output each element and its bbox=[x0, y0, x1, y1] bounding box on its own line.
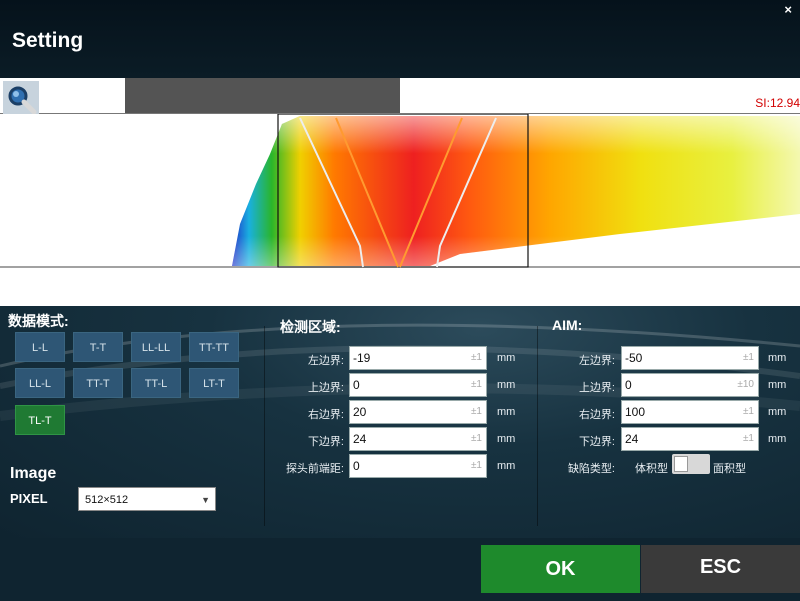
detect-right-unit: mm bbox=[497, 406, 516, 418]
data-mode-label: 数据模式: bbox=[8, 313, 69, 329]
image-label: Image bbox=[10, 465, 57, 482]
sensitivity-map bbox=[0, 114, 800, 268]
detect-right-step: ±1 bbox=[470, 406, 482, 417]
window-title: Setting bbox=[12, 29, 84, 52]
aim-left-label: 左边界: bbox=[578, 355, 615, 367]
horizontal-scroll-thumb[interactable] bbox=[125, 78, 400, 113]
mode-button-tl-t[interactable]: TL-T bbox=[15, 405, 65, 435]
aim-bottom-input[interactable]: 24 ±1 bbox=[621, 427, 759, 451]
aim-top-input[interactable]: 0 ±10 bbox=[621, 373, 759, 397]
detect-top-input[interactable]: 0 ±1 bbox=[349, 373, 487, 397]
pixel-select[interactable]: 512×512 ▼ bbox=[78, 487, 216, 511]
detect-right-value: 20 bbox=[353, 405, 367, 419]
zoom-button[interactable] bbox=[3, 81, 39, 117]
mode-button-l-l[interactable]: L-L bbox=[15, 332, 65, 362]
detect-right-input[interactable]: 20 ±1 bbox=[349, 400, 487, 424]
aim-right-step: ±1 bbox=[742, 406, 754, 417]
mode-button-lt-t[interactable]: LT-T bbox=[189, 368, 239, 398]
si-readout: SI:12.94 bbox=[755, 96, 800, 110]
viewer-toolbar: SI:12.94 bbox=[0, 78, 800, 117]
aim-label: AIM: bbox=[552, 317, 583, 333]
aim-right-value: 100 bbox=[625, 405, 646, 419]
defect-type-label: 缺陷类型: bbox=[567, 463, 615, 475]
aim-top-value: 0 bbox=[625, 378, 632, 392]
detect-bottom-value: 24 bbox=[353, 432, 367, 446]
mode-button-tt-t[interactable]: TT-T bbox=[73, 368, 123, 398]
aim-bottom-value: 24 bbox=[625, 432, 639, 446]
aim-left-input[interactable]: -50 ±1 bbox=[621, 346, 759, 370]
mode-button-tt-l[interactable]: TT-L bbox=[131, 368, 181, 398]
detect-top-label: 上边界: bbox=[307, 382, 344, 394]
aim-left-unit: mm bbox=[768, 352, 787, 364]
mode-button-t-t[interactable]: T-T bbox=[73, 332, 123, 362]
close-button[interactable]: × bbox=[784, 2, 792, 17]
detect-bottom-label: 下边界: bbox=[307, 436, 344, 448]
mode-button-ll-ll[interactable]: LL-LL bbox=[131, 332, 181, 362]
probe-front-distance-value: 0 bbox=[353, 459, 360, 473]
defect-type-toggle[interactable] bbox=[672, 454, 710, 474]
probe-front-distance-step: ±1 bbox=[470, 460, 482, 471]
chevron-down-icon: ▼ bbox=[201, 495, 210, 505]
probe-front-distance-input[interactable]: 0 ±1 bbox=[349, 454, 487, 478]
aim-left-value: -50 bbox=[625, 351, 643, 365]
aim-bottom-step: ±1 bbox=[742, 433, 754, 444]
pixel-label: PIXEL bbox=[10, 491, 48, 506]
mode-button-ll-l[interactable]: LL-L bbox=[15, 368, 65, 398]
detect-left-unit: mm bbox=[497, 352, 516, 364]
ok-button[interactable]: OK bbox=[481, 545, 640, 593]
defect-type-volume-label: 体积型 bbox=[635, 463, 668, 475]
aim-top-unit: mm bbox=[768, 379, 787, 391]
probe-front-distance-label: 探头前端距: bbox=[285, 463, 344, 475]
aim-bottom-label: 下边界: bbox=[578, 436, 615, 448]
detect-top-unit: mm bbox=[497, 379, 516, 391]
toggle-knob bbox=[674, 456, 688, 472]
tfm-image-viewer[interactable] bbox=[0, 114, 800, 306]
divider bbox=[264, 326, 265, 526]
probe-front-distance-unit: mm bbox=[497, 460, 516, 472]
pixel-select-value: 512×512 bbox=[85, 494, 129, 506]
detect-bottom-step: ±1 bbox=[470, 433, 482, 444]
aim-top-label: 上边界: bbox=[578, 382, 615, 394]
magnifier-icon bbox=[8, 86, 37, 115]
mode-button-tt-tt[interactable]: TT-TT bbox=[189, 332, 239, 362]
aim-right-unit: mm bbox=[768, 406, 787, 418]
aim-right-label: 右边界: bbox=[578, 409, 615, 421]
aim-top-step: ±10 bbox=[737, 379, 754, 390]
detect-bottom-input[interactable]: 24 ±1 bbox=[349, 427, 487, 451]
detect-left-label: 左边界: bbox=[307, 355, 344, 367]
divider bbox=[537, 326, 538, 526]
detect-left-value: -19 bbox=[353, 351, 371, 365]
esc-button[interactable]: ESC bbox=[641, 545, 800, 593]
detect-top-step: ±1 bbox=[470, 379, 482, 390]
aim-left-step: ±1 bbox=[742, 352, 754, 363]
defect-type-area-label: 面积型 bbox=[713, 463, 746, 475]
aim-bottom-unit: mm bbox=[768, 433, 787, 445]
detect-right-label: 右边界: bbox=[307, 409, 344, 421]
detect-region-label: 检测区域: bbox=[280, 319, 341, 335]
detect-top-value: 0 bbox=[353, 378, 360, 392]
title-bar: Setting × bbox=[0, 0, 800, 78]
detect-left-input[interactable]: -19 ±1 bbox=[349, 346, 487, 370]
detect-bottom-unit: mm bbox=[497, 433, 516, 445]
detect-left-step: ±1 bbox=[470, 352, 482, 363]
aim-right-input[interactable]: 100 ±1 bbox=[621, 400, 759, 424]
